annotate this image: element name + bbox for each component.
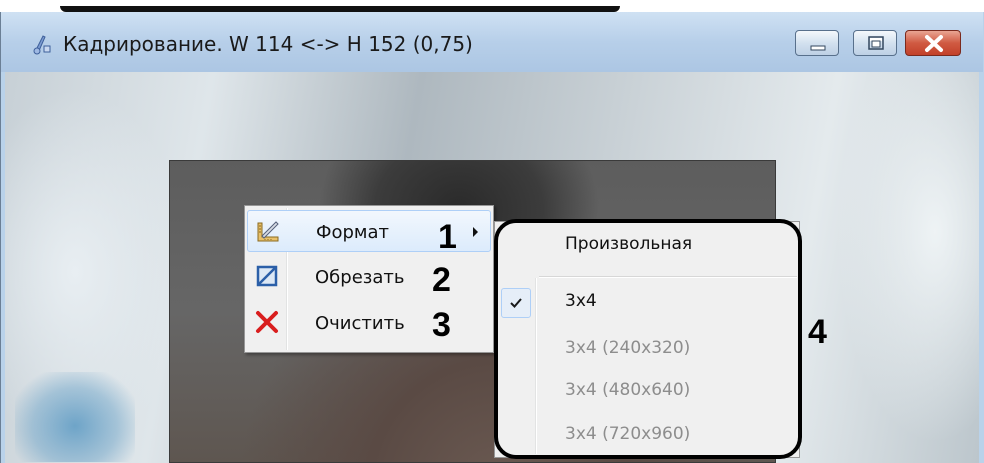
callout-number-2: 2 — [432, 261, 451, 299]
minimize-icon — [810, 45, 826, 51]
cut-off-heading — [0, 0, 984, 12]
maximize-icon — [868, 36, 884, 50]
menu-item-label: Формат — [316, 222, 390, 243]
maximize-button[interactable] — [853, 30, 897, 56]
submenu-callout-outline — [494, 219, 802, 459]
menu-item-label: Обрезать — [315, 267, 405, 288]
crop-tool-icon — [33, 35, 51, 55]
menu-item-clear[interactable]: Очистить — [247, 302, 491, 344]
callout-number-4: 4 — [808, 313, 827, 351]
title-bar[interactable]: Кадрирование. W 114 <-> H 152 (0,75) — [1, 12, 983, 72]
window-title: Кадрирование. W 114 <-> H 152 (0,75) — [63, 32, 473, 56]
crop-icon — [256, 265, 278, 287]
close-icon — [925, 35, 943, 52]
menu-item-crop[interactable]: Обрезать — [247, 256, 491, 298]
submenu-arrow-icon — [473, 227, 478, 237]
close-button[interactable] — [905, 30, 961, 56]
format-ruler-icon — [257, 221, 279, 242]
photo-background-detail — [15, 372, 135, 462]
callout-number-3: 3 — [432, 306, 451, 344]
clear-x-icon — [256, 311, 278, 333]
heading-text-fragment — [60, 0, 620, 12]
menu-item-label: Очистить — [315, 313, 405, 334]
callout-number-1: 1 — [438, 218, 457, 256]
minimize-button[interactable] — [795, 30, 839, 56]
